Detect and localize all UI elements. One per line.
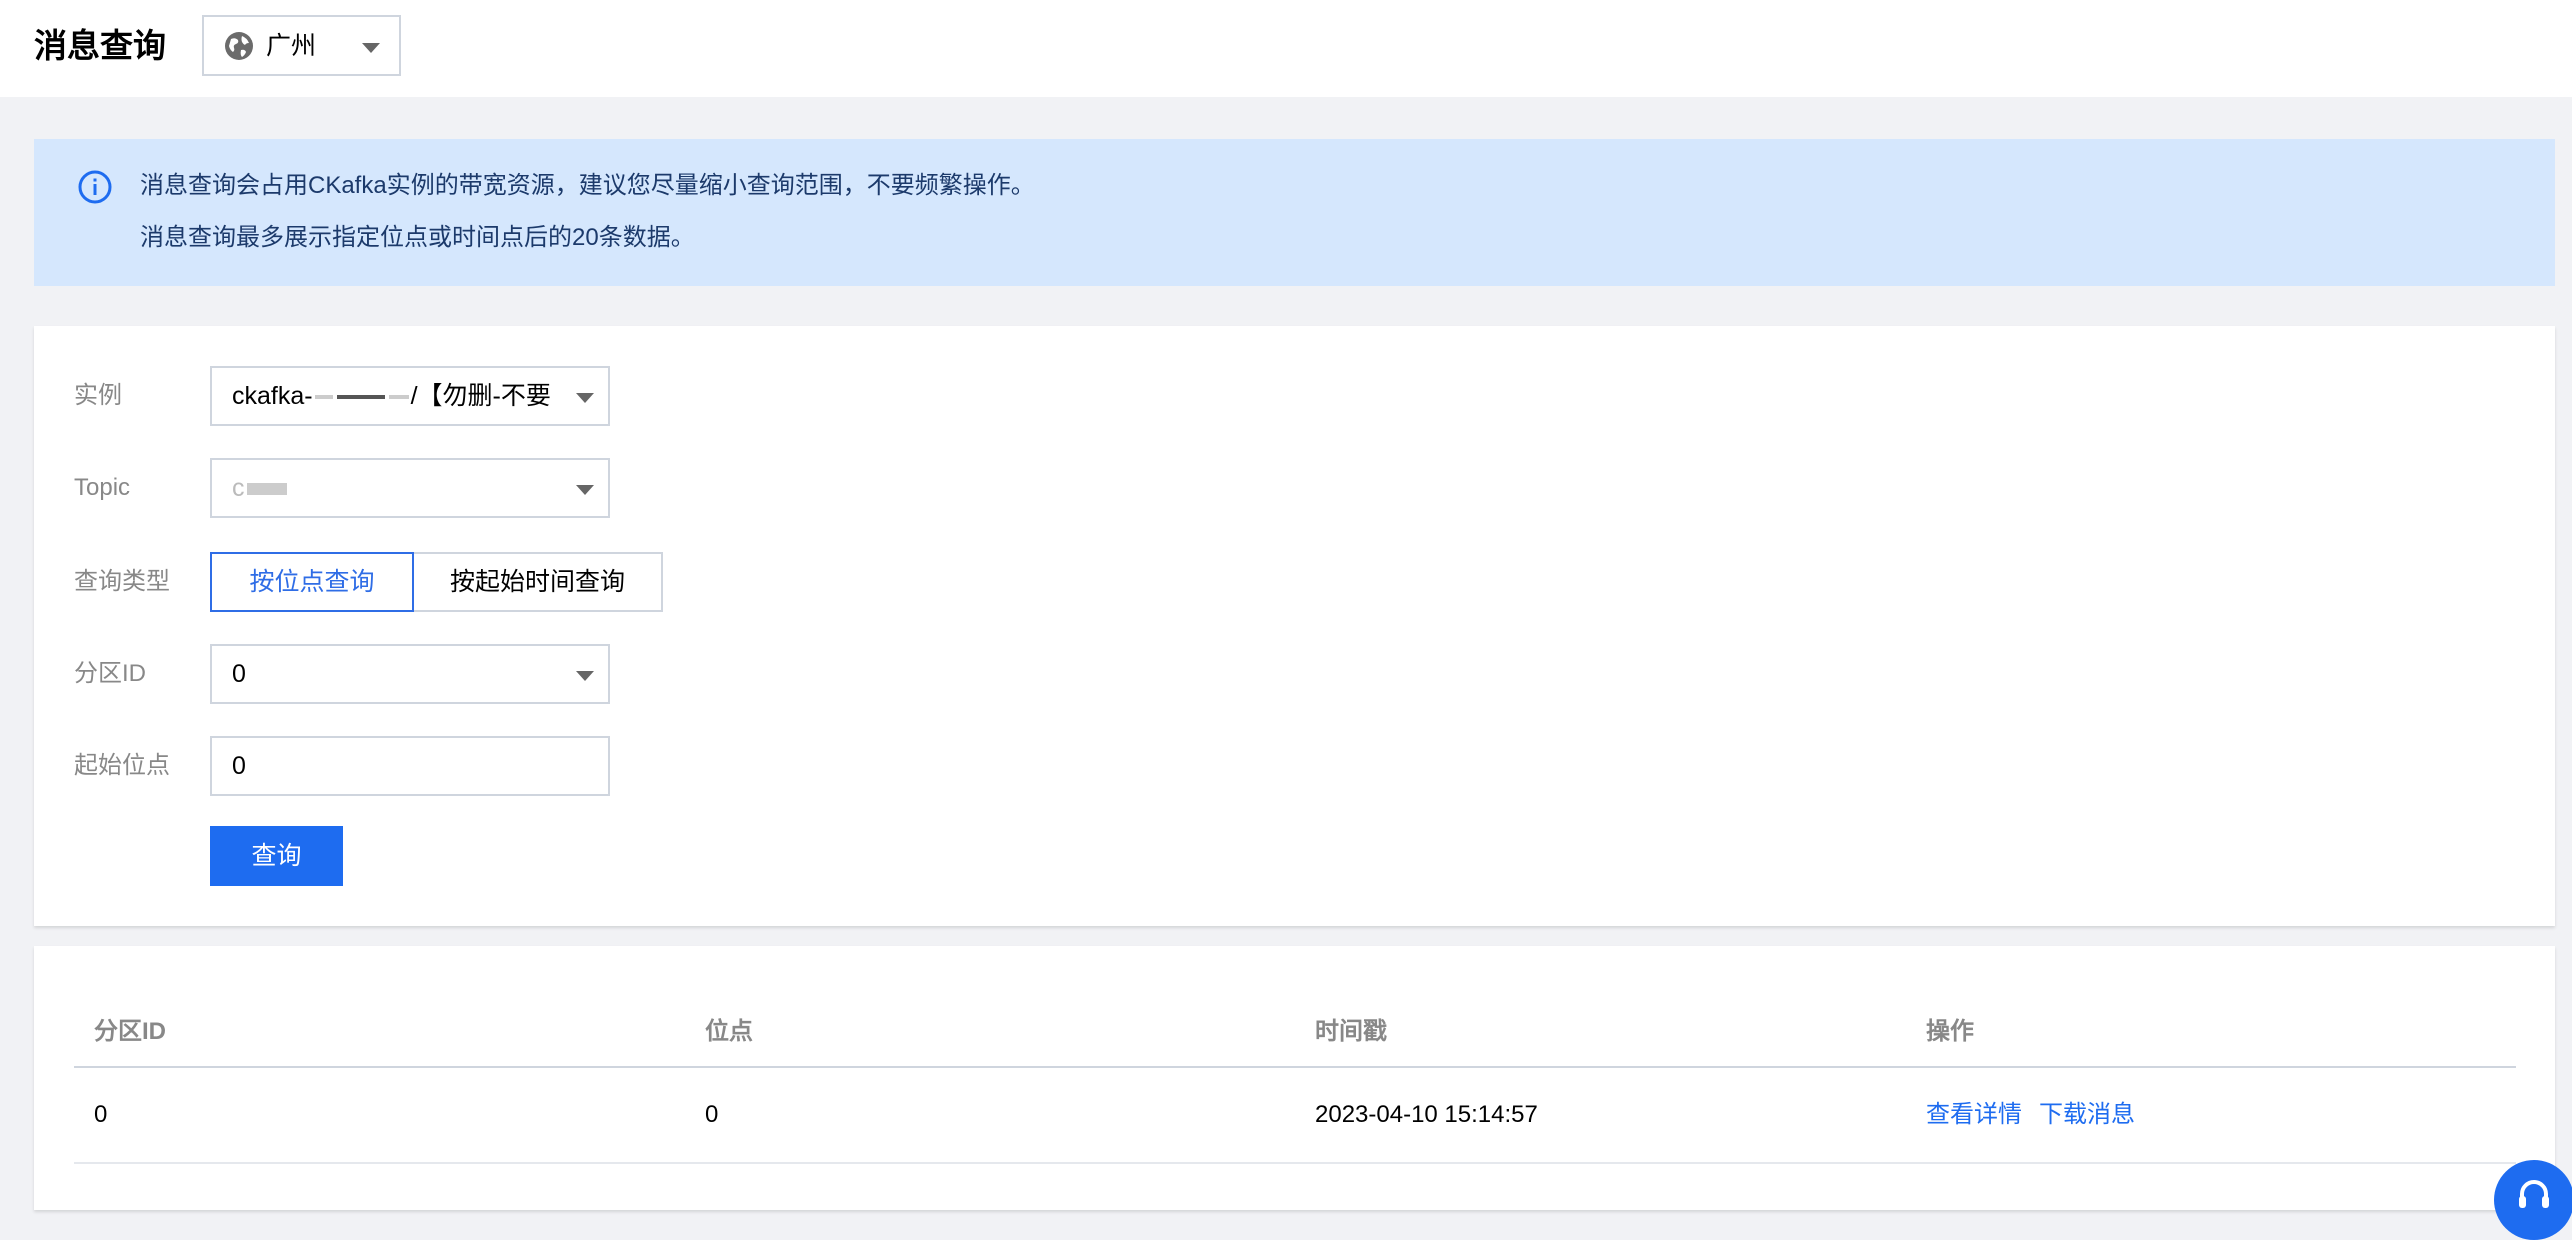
instance-select[interactable]: ckafka- /【勿删-不要 bbox=[210, 366, 610, 426]
view-details-link[interactable]: 查看详情 bbox=[1926, 1099, 2022, 1131]
column-header-offset: 位点 bbox=[705, 1018, 753, 1045]
chevron-down-icon bbox=[362, 43, 380, 53]
region-label: 广州 bbox=[266, 32, 317, 60]
start-offset-label: 起始位点 bbox=[74, 752, 170, 779]
topic-label: Topic bbox=[74, 474, 131, 501]
column-header-partition: 分区ID bbox=[94, 1018, 166, 1045]
chevron-down-icon bbox=[576, 671, 594, 681]
topic-value-text: c bbox=[232, 474, 245, 502]
row-divider bbox=[74, 1162, 2516, 1164]
instance-value: ckafka- /【勿删-不要 bbox=[232, 380, 562, 412]
page-title: 消息查询 bbox=[34, 27, 166, 64]
headset-icon bbox=[2519, 1180, 2549, 1208]
column-header-timestamp: 时间戳 bbox=[1315, 1018, 1387, 1045]
info-notice: 消息查询会占用CKafka实例的带宽资源，建议您尽量缩小查询范围，不要频繁操作。… bbox=[34, 139, 2555, 286]
cell-partition: 0 bbox=[94, 1101, 108, 1128]
cell-offset: 0 bbox=[705, 1101, 719, 1128]
notice-line-2: 消息查询最多展示指定位点或时间点后的20条数据。 bbox=[140, 224, 695, 251]
start-offset-value: 0 bbox=[232, 752, 246, 780]
page-header: 消息查询 广州 bbox=[0, 0, 2572, 97]
notice-line-1: 消息查询会占用CKafka实例的带宽资源，建议您尽量缩小查询范围，不要频繁操作。 bbox=[140, 172, 1035, 199]
chevron-down-icon bbox=[576, 485, 594, 495]
chevron-down-icon bbox=[576, 393, 594, 403]
topic-select[interactable]: c bbox=[210, 458, 610, 518]
partition-label: 分区ID bbox=[74, 660, 146, 687]
query-type-label: 查询类型 bbox=[74, 568, 170, 595]
query-type-by-offset[interactable]: 按位点查询 bbox=[210, 552, 414, 612]
header-divider bbox=[74, 1066, 2516, 1068]
globe-icon bbox=[225, 32, 253, 60]
query-form: 实例 ckafka- /【勿删-不要 Topic c 查询类型 按位点查询 按起始… bbox=[34, 326, 2555, 926]
results-table: 分区ID 位点 时间戳 操作 0 0 2023-04-10 15:14:57 查… bbox=[34, 946, 2555, 1210]
column-header-actions: 操作 bbox=[1926, 1018, 1974, 1045]
partition-select[interactable]: 0 bbox=[210, 644, 610, 704]
topic-value: c bbox=[232, 472, 562, 504]
info-icon bbox=[78, 170, 112, 204]
cell-timestamp: 2023-04-10 15:14:57 bbox=[1315, 1101, 1538, 1128]
instance-value-suffix: /【勿删-不要 bbox=[410, 382, 551, 410]
instance-label: 实例 bbox=[74, 382, 122, 409]
query-type-by-start-time[interactable]: 按起始时间查询 bbox=[412, 552, 663, 612]
download-message-link[interactable]: 下载消息 bbox=[2039, 1099, 2135, 1131]
query-button[interactable]: 查询 bbox=[210, 826, 343, 886]
instance-value-prefix: ckafka- bbox=[232, 382, 313, 410]
partition-value: 0 bbox=[232, 660, 246, 688]
region-select[interactable]: 广州 bbox=[202, 15, 401, 76]
start-offset-input[interactable]: 0 bbox=[210, 736, 610, 796]
help-bubble-button[interactable] bbox=[2494, 1160, 2572, 1240]
